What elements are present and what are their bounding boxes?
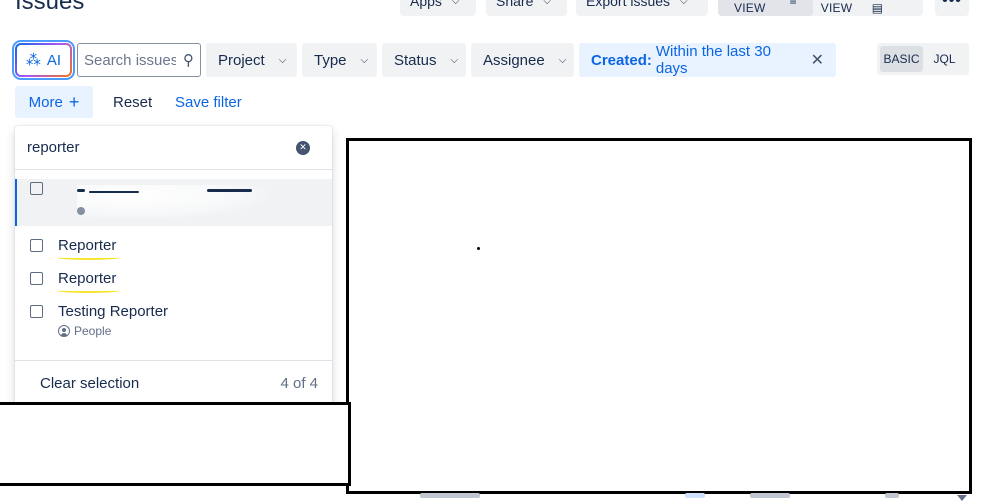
type-filter[interactable]: Type ⌵ [302,43,377,77]
list-item[interactable]: Testing Reporter People [15,302,332,342]
item-text: Reporter [56,236,121,260]
project-filter-label: Project [218,51,265,69]
redaction-box [0,402,351,486]
page-title: Issues [15,0,85,15]
list-item[interactable] [15,179,332,226]
checkbox[interactable] [30,239,43,252]
chevron-down-icon: ⌵ [451,0,460,7]
sparkle-icon: ⁂ [25,52,41,69]
selection-count: 4 of 4 [280,375,318,392]
item-text: Testing Reporter People [58,302,168,338]
project-filter[interactable]: Project ⌵ [206,43,297,77]
reset-button[interactable]: Reset [113,86,152,118]
more-filters-button[interactable]: More + [15,86,93,118]
list-item[interactable]: Reporter [15,236,332,262]
list-view-button[interactable]: LIST VIEW ≡ [718,0,813,16]
dropdown-footer: Clear selection 4 of 4 [15,360,332,406]
item-label: Reporter [56,270,121,293]
more-filters-dropdown: ✕ Reporter Reporter Testing Reporter Peo… [15,126,332,406]
jql-mode-button[interactable]: JQL [923,46,966,72]
created-filter[interactable]: Created: Within the last 30 days ✕ [579,43,836,77]
list-item[interactable]: Reporter [15,269,332,295]
detail-view-button[interactable]: DETAIL VIEW ▤ [813,0,923,15]
scroll-down-icon[interactable] [957,495,967,501]
chevron-down-icon: ⌵ [278,54,287,66]
search-mode-toggle: BASIC JQL [877,43,969,75]
plus-icon: + [68,91,80,112]
chevron-down-icon: ⌵ [450,54,459,66]
created-filter-value: Within the last 30 days [655,43,771,77]
item-sub: People [58,324,168,338]
clear-search-icon[interactable]: ✕ [296,140,310,155]
chevron-down-icon: ⌵ [543,0,551,7]
apps-label: Apps [410,0,442,9]
created-filter-prefix: Created: [591,51,652,69]
more-filters-label: More [28,93,63,111]
assignee-filter-label: Assignee [483,51,545,69]
share-label: Share [496,0,534,9]
ai-label: AI [46,51,62,69]
redacted-content [77,185,267,219]
type-filter-label: Type [314,51,347,69]
export-issues-button[interactable]: Export issues ⌵ [576,0,708,16]
stray-dot [477,247,480,250]
view-toggle: LIST VIEW ≡ DETAIL VIEW ▤ [718,0,923,16]
checkbox[interactable] [30,272,43,285]
basic-mode-button[interactable]: BASIC [880,46,923,72]
list-icon: ≡ [789,0,797,8]
search-input[interactable] [84,51,176,69]
status-filter-label: Status [394,51,437,69]
share-button[interactable]: Share ⌵ [486,0,567,16]
dropdown-search[interactable]: ✕ [15,126,332,170]
item-sub-label: People [74,324,112,338]
chevron-down-icon: ⌵ [680,0,688,7]
list-view-label: LIST VIEW [734,0,766,15]
chevron-down-icon: ⌵ [360,54,369,66]
close-icon[interactable]: ✕ [811,50,824,70]
item-label: Reporter [56,237,121,260]
ai-search-button[interactable]: ⁂ AI [12,40,75,80]
apps-button[interactable]: Apps ⌵ [400,0,476,16]
focus-ring [12,40,75,80]
checkbox[interactable] [30,305,43,318]
person-icon [58,325,70,337]
dropdown-search-input[interactable] [27,139,296,156]
item-label: Testing Reporter [58,303,169,320]
detail-view-icon: ▤ [871,1,884,15]
chevron-down-icon: ⌵ [558,54,567,66]
checkbox[interactable] [30,182,43,195]
status-filter[interactable]: Status ⌵ [382,43,466,77]
save-filter-button[interactable]: Save filter [175,86,242,118]
list-item [420,491,970,503]
assignee-filter[interactable]: Assignee ⌵ [471,43,574,77]
redaction-box [346,138,972,494]
clear-selection-button[interactable]: Clear selection [40,375,139,392]
more-actions-button[interactable]: ••• [935,0,969,16]
search-icon: ⚲ [183,52,194,69]
item-text: Reporter [56,269,121,293]
export-label: Export issues [586,0,671,9]
search-issues-field[interactable]: ⚲ [77,43,201,77]
